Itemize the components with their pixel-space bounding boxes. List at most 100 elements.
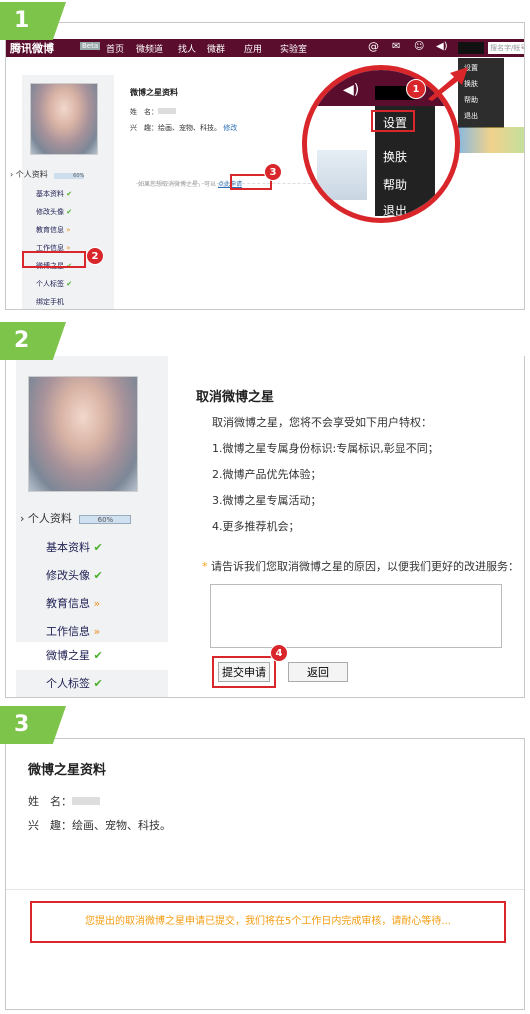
top-nav-bar: 腾讯微博 Beta 首页 微频道 找人 微群 应用 实验室 @ ✉ ☺ ◀) 搜… <box>6 39 524 57</box>
sidebar-item-basic[interactable]: 基本资料 ✔ <box>46 534 103 562</box>
nav-lab[interactable]: 实验室 <box>280 42 307 55</box>
name-row: 姓 名： <box>130 107 176 117</box>
intro-text: 取消微博之星，您将不会享受如下用户特权： <box>212 416 432 429</box>
sidebar-item-label: 微博之星 <box>46 649 90 662</box>
profile-progress: 60% <box>79 515 132 524</box>
name-value-blurred <box>72 797 100 805</box>
sidebar-item-avatar[interactable]: 修改头像 ✔ <box>36 203 72 221</box>
sidebar-list: 基本资料 ✔ 修改头像 ✔ 教育信息 » 工作信息 » 微博之星 ✔ 个人标签 … <box>36 185 72 309</box>
check-icon: ✔ <box>66 280 73 288</box>
sidebar-item-label: 个人标签 <box>46 677 90 690</box>
page-title: 取消微博之星 <box>196 390 275 405</box>
avatar <box>30 83 98 155</box>
sidebar-item-tags[interactable]: 个人标签 ✔ <box>46 670 103 697</box>
sidebar-item-avatar[interactable]: 修改头像 ✔ <box>46 562 103 590</box>
check-icon: ✔ <box>93 541 103 554</box>
name-label: 姓 名： <box>28 795 72 808</box>
sidebar-item-education[interactable]: 教育信息 » <box>46 590 103 618</box>
at-icon[interactable]: @ <box>368 40 379 53</box>
check-icon: ✔ <box>93 677 103 690</box>
interest-value: 绘画、宠物、科技。 <box>72 819 171 832</box>
sidebar-item-education[interactable]: 教育信息 » <box>36 221 72 239</box>
background-thumbnails <box>458 127 524 153</box>
chevron-right-icon: › <box>10 170 14 179</box>
name-row: 姓 名： <box>28 793 100 809</box>
nav-apps[interactable]: 应用 <box>244 42 262 55</box>
profile-progress: 60% <box>54 173 85 179</box>
step-badge-2: 2 <box>86 247 104 265</box>
sidebar-item-basic[interactable]: 基本资料 ✔ <box>36 185 72 203</box>
avatar <box>28 376 138 492</box>
step-badge-3: 3 <box>264 163 282 181</box>
cancel-hint-row: 如果您想取消微博之星，可以 点此申请 <box>138 179 242 188</box>
highlight-submit <box>212 656 276 688</box>
sidebar-item-label: 基本资料 <box>36 190 64 198</box>
sidebar-item-label: 绑定手机 <box>36 298 64 306</box>
sidebar-item-tags[interactable]: 个人标签 ✔ <box>36 275 72 293</box>
double-chevron-icon: » <box>66 226 71 234</box>
reason-prompt: 请告诉我们您取消微博之星的原因，以便我们更好的改进服务： <box>211 560 519 573</box>
step-number: 2 <box>14 328 30 353</box>
sidebar-item-label: 修改头像 <box>36 208 64 216</box>
reason-prompt-row: * 请告诉我们您取消微博之星的原因，以便我们更好的改进服务： <box>202 558 519 574</box>
sidebar-item-phone[interactable]: 绑定手机 <box>36 293 72 309</box>
nav-groups[interactable]: 微群 <box>207 42 225 55</box>
interest-row: 兴 趣：绘画、宠物、科技。 修改 <box>130 123 237 133</box>
privilege-item: 3.微博之星专属活动； <box>212 494 322 507</box>
cancel-hint: 如果您想取消微博之星，可以 <box>138 181 217 188</box>
privilege-item: 2.微博产品优先体验； <box>212 468 322 481</box>
search-input[interactable]: 搜名字/帐号 <box>488 42 524 54</box>
person-icon[interactable]: ☺ <box>414 41 424 52</box>
double-chevron-icon: » <box>93 625 101 638</box>
name-value-blurred <box>158 108 176 114</box>
sidebar-item-label: 基本资料 <box>46 541 90 554</box>
step-1-panel: 腾讯微博 Beta 首页 微频道 找人 微群 应用 实验室 @ ✉ ☺ ◀) 搜… <box>5 22 525 310</box>
sidebar-item-label: 教育信息 <box>36 226 64 234</box>
sidebar-header: › 个人资料 60% <box>20 510 132 526</box>
profile-title: 微博之星资料 <box>130 88 178 97</box>
step-badge-4: 4 <box>270 644 288 662</box>
back-button[interactable]: 返回 <box>288 662 348 682</box>
speaker-icon[interactable]: ◀) <box>436 41 448 52</box>
highlight-settings <box>371 110 415 132</box>
sidebar: › 个人资料 60% 基本资料 ✔ 修改头像 ✔ 教育信息 » 工作信息 » 微… <box>16 356 168 697</box>
success-notice: 您提出的取消微博之星申请已提交，我们将在5个工作日内完成审核，请耐心等待... <box>30 901 506 943</box>
divider <box>6 889 524 890</box>
required-mark: * <box>202 560 208 573</box>
zoom-menu-skin: 换肤 <box>383 150 408 164</box>
privileges-block: 取消微博之星，您将不会享受如下用户特权： 1.微博之星专属身份标识:专属标识,彰… <box>212 410 439 540</box>
interest-row: 兴 趣：绘画、宠物、科技。 <box>28 817 171 833</box>
sidebar-item-label: 个人标签 <box>36 280 64 288</box>
edit-link[interactable]: 修改 <box>223 124 237 132</box>
arrow-pointer-icon <box>428 67 468 101</box>
sidebar-item-label: 工作信息 <box>46 625 90 638</box>
privilege-item: 1.微博之星专属身份标识:专属标识,彰显不同； <box>212 442 439 455</box>
step-number: 3 <box>14 712 30 737</box>
interest-label: 兴 趣： <box>130 124 158 132</box>
menu-logout[interactable]: 退出 <box>458 108 504 124</box>
sidebar: › 个人资料 60% 基本资料 ✔ 修改头像 ✔ 教育信息 » 工作信息 » 微… <box>10 75 114 309</box>
sidebar-item-weibo-star[interactable]: 微博之星 ✔ <box>16 642 168 670</box>
step-number: 1 <box>14 8 30 33</box>
highlight-weibo-star <box>22 251 86 268</box>
logo[interactable]: 腾讯微博 <box>10 40 54 56</box>
nav-home[interactable]: 首页 <box>106 42 124 55</box>
privilege-item: 4.更多推荐机会； <box>212 520 300 533</box>
reason-textarea[interactable] <box>210 584 502 648</box>
check-icon: ✔ <box>93 569 103 582</box>
sidebar-item-label: 修改头像 <box>46 569 90 582</box>
step-2-tab: 2 <box>0 322 66 360</box>
sidebar-header: › 个人资料 60% <box>10 169 85 180</box>
nav-find-people[interactable]: 找人 <box>178 42 196 55</box>
speaker-icon: ◀) <box>343 82 360 98</box>
mail-icon[interactable]: ✉ <box>392 41 400 52</box>
account-menu-button[interactable] <box>458 42 484 54</box>
step-badge-1: 1 <box>406 79 426 99</box>
chevron-right-icon: › <box>20 512 25 525</box>
interest-label: 兴 趣： <box>28 819 72 832</box>
nav-channel[interactable]: 微频道 <box>136 42 163 55</box>
beta-tag: Beta <box>80 42 101 50</box>
check-icon: ✔ <box>66 208 73 216</box>
sidebar-list: 基本资料 ✔ 修改头像 ✔ 教育信息 » 工作信息 » <box>46 534 103 646</box>
sidebar-item-label: 教育信息 <box>46 597 90 610</box>
